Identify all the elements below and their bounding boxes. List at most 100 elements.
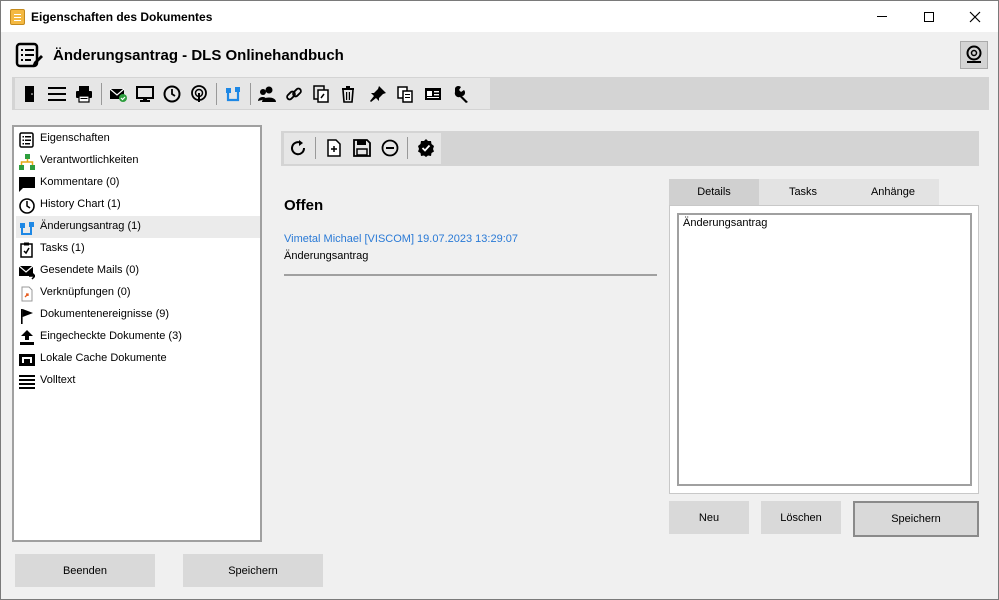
maximize-icon (924, 11, 934, 22)
nav-item-label: Eingecheckte Dokumente (3) (40, 330, 182, 342)
menu-button[interactable] (44, 81, 70, 107)
content-toolbar (281, 131, 979, 166)
new-button[interactable]: Neu (669, 501, 749, 534)
nav-item-verantwortlichkeiten[interactable]: Verantwortlichkeiten (16, 150, 260, 172)
nav-item-kommentare[interactable]: Kommentare (0) (16, 172, 260, 194)
copy-doc-icon (313, 85, 329, 103)
workflow-button[interactable] (220, 81, 246, 107)
nav-item-gesendete-mails[interactable]: Gesendete Mails (0) (16, 260, 260, 282)
nav-item-label: Änderungsantrag (1) (40, 220, 141, 232)
details-textarea[interactable]: Änderungsantrag (677, 213, 972, 486)
toolbar-separator (315, 137, 316, 159)
send-mail-button[interactable] (105, 81, 131, 107)
broadcast-icon (191, 85, 207, 102)
delete-entry-button[interactable]: Löschen (761, 501, 841, 534)
entry-text: Änderungsantrag (284, 250, 369, 262)
monitor-button[interactable] (132, 81, 158, 107)
save-detail-button[interactable]: Speichern (853, 501, 979, 537)
toolbar-separator (250, 83, 251, 105)
nav-item-label: Lokale Cache Dokumente (40, 352, 167, 364)
window-title: Eigenschaften des Dokumentes (31, 10, 213, 24)
refresh-icon (291, 140, 306, 156)
nav-item-dokumentenereignisse[interactable]: Dokumentenereignisse (9) (16, 304, 260, 326)
app-icon (10, 9, 25, 25)
pin-button[interactable] (365, 81, 391, 107)
close-dialog-button[interactable]: Beenden (15, 554, 155, 587)
tab-tasks[interactable]: Tasks (759, 179, 847, 205)
task-icon (18, 241, 35, 258)
details-panel: Änderungsantrag (669, 205, 979, 494)
workflow-icon (226, 87, 240, 102)
clock-icon (18, 197, 35, 214)
refresh-button[interactable] (285, 135, 311, 161)
exit-door-button[interactable] (17, 81, 43, 107)
minimize-button[interactable] (859, 1, 905, 32)
status-title: Offen (284, 197, 324, 214)
history-button[interactable] (159, 81, 185, 107)
door-icon (25, 86, 34, 102)
new-document-icon (327, 139, 341, 157)
menu-icon (48, 87, 66, 101)
maximize-button[interactable] (906, 1, 952, 32)
copy-document-button[interactable] (308, 81, 334, 107)
broadcast-button[interactable] (186, 81, 212, 107)
nav-item-aenderungsantrag[interactable]: Änderungsantrag (1) (16, 216, 260, 238)
toolbar-separator (407, 137, 408, 159)
remove-entry-button[interactable] (377, 135, 403, 161)
main-toolbar (12, 77, 989, 110)
close-icon (969, 11, 981, 22)
lines-icon (18, 373, 35, 390)
comment-icon (18, 175, 35, 192)
mail-check-icon (109, 88, 127, 102)
dialog-window: Eigenschaften des Dokumentes Änderungsan… (0, 0, 999, 600)
close-button[interactable] (952, 1, 998, 32)
nav-item-label: Verantwortlichkeiten (40, 154, 139, 166)
nav-item-tasks[interactable]: Tasks (1) (16, 238, 260, 260)
id-card-button[interactable] (420, 81, 446, 107)
help-button[interactable] (960, 41, 988, 69)
users-icon (258, 86, 276, 102)
tab-anhaenge[interactable]: Anhänge (847, 179, 939, 205)
link-button[interactable] (281, 81, 307, 107)
tab-details[interactable]: Details (669, 179, 759, 205)
nav-item-verknuepfungen[interactable]: Verknüpfungen (0) (16, 282, 260, 304)
nav-item-label: Volltext (40, 374, 76, 386)
clock-icon (163, 85, 181, 103)
minimize-icon (877, 16, 887, 17)
nav-item-volltext[interactable]: Volltext (16, 370, 260, 392)
entry-author-link[interactable]: Vimetal Michael [VISCOM] 19.07.2023 13:2… (284, 233, 518, 245)
toolbar-separator (101, 83, 102, 105)
detail-tabs: Details Tasks Anhänge (669, 179, 939, 205)
properties-icon (18, 131, 35, 148)
workflow-icon (18, 219, 35, 236)
nav-item-eingecheckte-dokumente[interactable]: Eingecheckte Dokumente (3) (16, 326, 260, 348)
delete-button[interactable] (335, 81, 361, 107)
wrench-icon (454, 85, 468, 103)
nav-item-label: Eigenschaften (40, 132, 110, 144)
document-properties-icon (15, 41, 43, 69)
nav-item-lokale-cache[interactable]: Lokale Cache Dokumente (16, 348, 260, 370)
nav-item-label: History Chart (1) (40, 198, 121, 210)
approve-button[interactable] (413, 135, 439, 161)
save-dialog-button[interactable]: Speichern (183, 554, 323, 587)
save-entry-button[interactable] (349, 135, 375, 161)
settings-button[interactable] (449, 81, 475, 107)
lifebuoy-icon (966, 45, 982, 63)
entry-divider (284, 274, 657, 276)
pin-icon (370, 86, 386, 102)
nav-item-eigenschaften[interactable]: Eigenschaften (16, 128, 260, 150)
nav-item-history-chart[interactable]: History Chart (1) (16, 194, 260, 216)
org-chart-icon (18, 153, 35, 170)
badge-check-icon (418, 139, 434, 157)
copy-icon (397, 86, 413, 103)
print-button[interactable] (71, 81, 97, 107)
trash-icon (342, 86, 354, 103)
id-card-icon (425, 88, 441, 100)
copy-button[interactable] (392, 81, 418, 107)
floppy-icon (353, 139, 371, 157)
nav-item-label: Kommentare (0) (40, 176, 120, 188)
users-button[interactable] (254, 81, 280, 107)
toolbar-separator (216, 83, 217, 105)
new-entry-button[interactable] (321, 135, 347, 161)
monitor-icon (136, 86, 154, 102)
